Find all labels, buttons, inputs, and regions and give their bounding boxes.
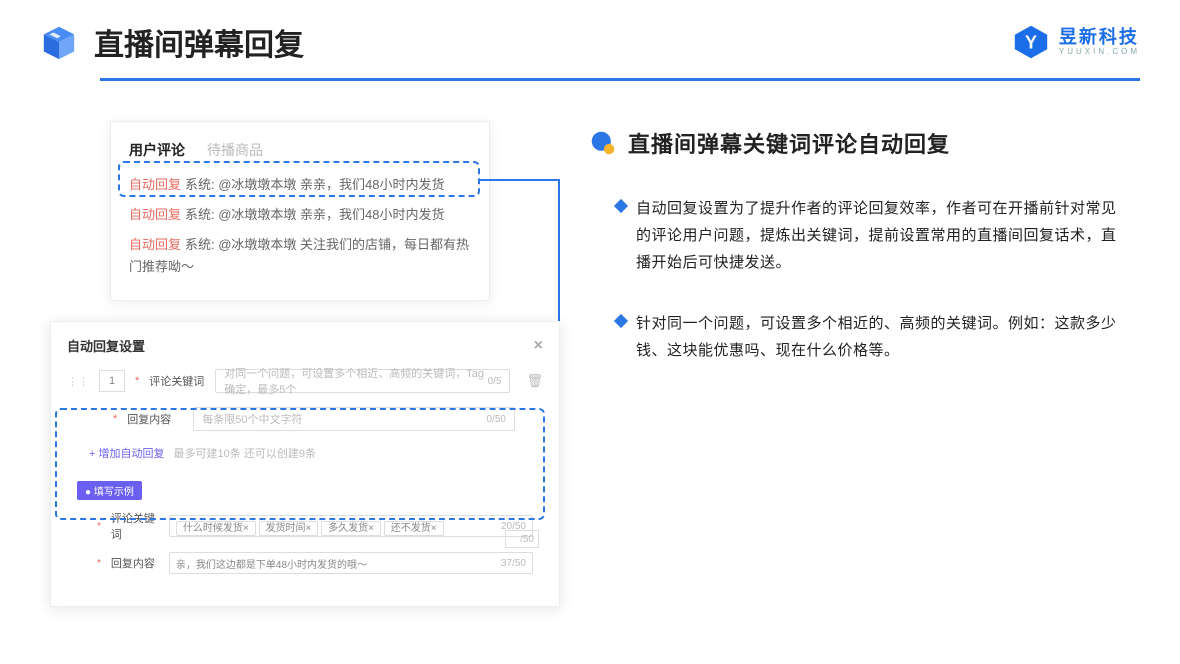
rule-index: 1: [99, 370, 125, 392]
tab-user-comments[interactable]: 用户评论: [129, 140, 185, 160]
brand-name-en: YUUXIN.COM: [1059, 48, 1140, 56]
auto-reply-msg-3: 自动回复系统: @冰墩墩本墩 关注我们的店铺，每日都有热门推荐呦～: [129, 234, 471, 278]
highlight-box-1: [118, 161, 480, 197]
keyword-input[interactable]: 对同一个问题，可设置多个相近、高频的关键词，Tag确定，最多5个 0/5: [215, 369, 510, 393]
comments-panel: 用户评论 待播商品 自动回复系统: @冰墩墩本墩 亲亲，我们48小时内发货 自动…: [110, 121, 490, 301]
description-area: 直播间弹幕关键词评论自动回复 自动回复设置为了提升作者的评论回复效率，作者可在开…: [590, 121, 1130, 398]
keyword-tag[interactable]: 多久发货×: [321, 521, 381, 536]
keyword-tag[interactable]: 还不发货×: [384, 521, 444, 536]
auto-reply-badge: 自动回复: [129, 207, 181, 222]
drag-icon[interactable]: ⋮⋮: [67, 375, 89, 388]
char-count: 0/5: [488, 376, 502, 387]
placeholder-text: 对同一个问题，可设置多个相近、高频的关键词，Tag确定，最多5个: [224, 365, 487, 397]
page-title: 直播间弹幕回复: [94, 20, 304, 64]
highlight-box-2: [55, 408, 545, 520]
keyword-tag[interactable]: 发货时间×: [259, 521, 319, 536]
settings-title: 自动回复设置: [67, 336, 145, 355]
cube-icon: [40, 23, 78, 61]
screenshot-area: 用户评论 待播商品 自动回复系统: @冰墩墩本墩 亲亲，我们48小时内发货 自动…: [50, 121, 560, 398]
bullet-text-1: 自动回复设置为了提升作者的评论回复效率，作者可在开播前针对常见的评论用户问题，提…: [636, 195, 1130, 276]
char-count: 37/50: [501, 558, 526, 569]
settings-panel: 自动回复设置 × ⋮⋮ 1 * 评论关键词 对同一个问题，可设置多个相近、高频的…: [50, 321, 560, 607]
brand-icon: Y: [1013, 24, 1049, 60]
delete-icon[interactable]: 🗑: [526, 373, 543, 389]
tag-list: 什么时候发货× 发货时间× 多久发货× 还不发货×: [176, 519, 444, 534]
diamond-bullet-icon: [614, 314, 628, 328]
required-dot: *: [97, 521, 101, 532]
brand-logo: Y 昱新科技 YUUXIN.COM: [1013, 24, 1140, 60]
page-header: 直播间弹幕回复 Y 昱新科技 YUUXIN.COM: [0, 0, 1180, 64]
bullet-text-2: 针对同一个问题，可设置多个相近的、高频的关键词。例如：这款多少钱、这块能优惠吗、…: [636, 310, 1130, 364]
close-icon[interactable]: ×: [534, 337, 543, 355]
required-dot: *: [135, 375, 139, 387]
extra-count-box: /50: [505, 530, 539, 548]
svg-text:Y: Y: [1025, 32, 1037, 52]
tab-pending-goods[interactable]: 待播商品: [207, 140, 263, 160]
brand-name-cn: 昱新科技: [1059, 28, 1140, 46]
required-dot: *: [97, 558, 101, 569]
ex-content-label: 回复内容: [111, 555, 159, 571]
diamond-bullet-icon: [614, 199, 628, 213]
keyword-tag[interactable]: 什么时候发货×: [176, 521, 256, 536]
input-value: 亲，我们这边都是下单48小时内发货的哦～: [176, 556, 367, 571]
ex-content-input[interactable]: 亲，我们这边都是下单48小时内发货的哦～ 37/50: [169, 552, 533, 574]
chat-bubble-icon: [590, 130, 616, 156]
auto-reply-badge: 自动回复: [129, 237, 181, 252]
auto-reply-msg-2: 自动回复系统: @冰墩墩本墩 亲亲，我们48小时内发货: [129, 204, 471, 226]
msg-text: 系统: @冰墩墩本墩 亲亲，我们48小时内发货: [185, 207, 445, 222]
connector-line: [480, 179, 560, 181]
section-title: 直播间弹幕关键词评论自动回复: [628, 127, 950, 159]
keyword-label: 评论关键词: [149, 373, 205, 389]
